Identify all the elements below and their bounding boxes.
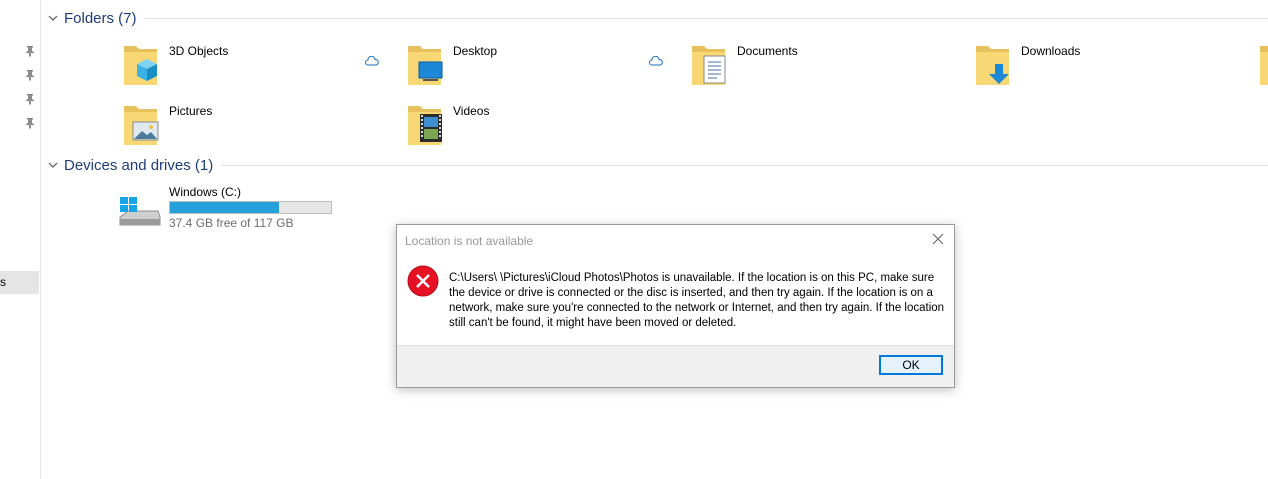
nav-item-selected[interactable]: s	[0, 271, 39, 294]
documents-folder-icon	[692, 46, 726, 85]
drive-usage-fill	[170, 202, 280, 213]
drive-free-space: 37.4 GB free of 117 GB	[169, 216, 294, 230]
folder-tile-documents[interactable]: Documents	[691, 42, 941, 90]
cloud-sync-icon	[365, 56, 379, 66]
folder-tile-downloads[interactable]: Downloads	[975, 42, 1225, 90]
folder-tile-pictures[interactable]: Pictures	[123, 102, 373, 150]
section-divider	[144, 17, 1268, 19]
hard-drive-icon	[119, 197, 161, 226]
error-icon	[407, 265, 439, 297]
section-divider	[221, 164, 1268, 166]
close-icon[interactable]	[930, 231, 946, 247]
3d-objects-folder-icon	[124, 46, 157, 85]
nav-item-label: s	[0, 275, 6, 289]
pin-icon[interactable]	[24, 45, 36, 57]
folder-tile-videos[interactable]: Videos	[407, 102, 657, 150]
folder-label: Documents	[737, 44, 798, 58]
drive-windows-c[interactable]: Windows (C:) 37.4 GB free of 117 GB	[118, 185, 348, 235]
dialog-title: Location is not available	[405, 234, 534, 248]
pictures-folder-icon	[124, 106, 159, 145]
drive-usage-bar	[169, 201, 332, 214]
pin-icon[interactable]	[24, 117, 36, 129]
folder-label: 3D Objects	[169, 44, 229, 58]
desktop-folder-icon	[408, 46, 443, 85]
videos-folder-icon	[408, 106, 442, 145]
drive-label: Windows (C:)	[169, 185, 242, 199]
chevron-down-icon[interactable]	[47, 12, 59, 24]
folder-tile-3d-objects[interactable]: 3D Objects	[123, 42, 373, 90]
folder-label: Desktop	[453, 44, 498, 58]
navigation-pane: s	[0, 0, 41, 479]
pin-icon[interactable]	[24, 69, 36, 81]
chevron-down-icon[interactable]	[47, 159, 59, 171]
ok-button[interactable]: OK	[879, 355, 943, 375]
dialog-footer: OK	[397, 345, 954, 387]
devices-section-title: Devices and drives (1)	[64, 156, 214, 174]
location-unavailable-dialog: Location is not available C:\Users\ \Pic…	[396, 224, 955, 388]
folders-section-title: Folders (7)	[64, 9, 137, 27]
folder-label: Pictures	[169, 104, 213, 118]
devices-section-header[interactable]: Devices and drives (1)	[47, 155, 1268, 175]
folder-tile-desktop[interactable]: Desktop	[407, 42, 657, 90]
cloud-sync-icon	[649, 56, 663, 66]
dialog-message: C:\Users\ \Pictures\iCloud Photos\Photos…	[449, 272, 945, 329]
downloads-folder-icon	[976, 46, 1009, 85]
pin-icon[interactable]	[24, 93, 36, 105]
folder-label: Videos	[453, 104, 490, 118]
folder-label: Downloads	[1021, 44, 1081, 58]
folder-partial-icon	[1260, 46, 1268, 85]
folders-section-header[interactable]: Folders (7)	[47, 8, 1268, 28]
